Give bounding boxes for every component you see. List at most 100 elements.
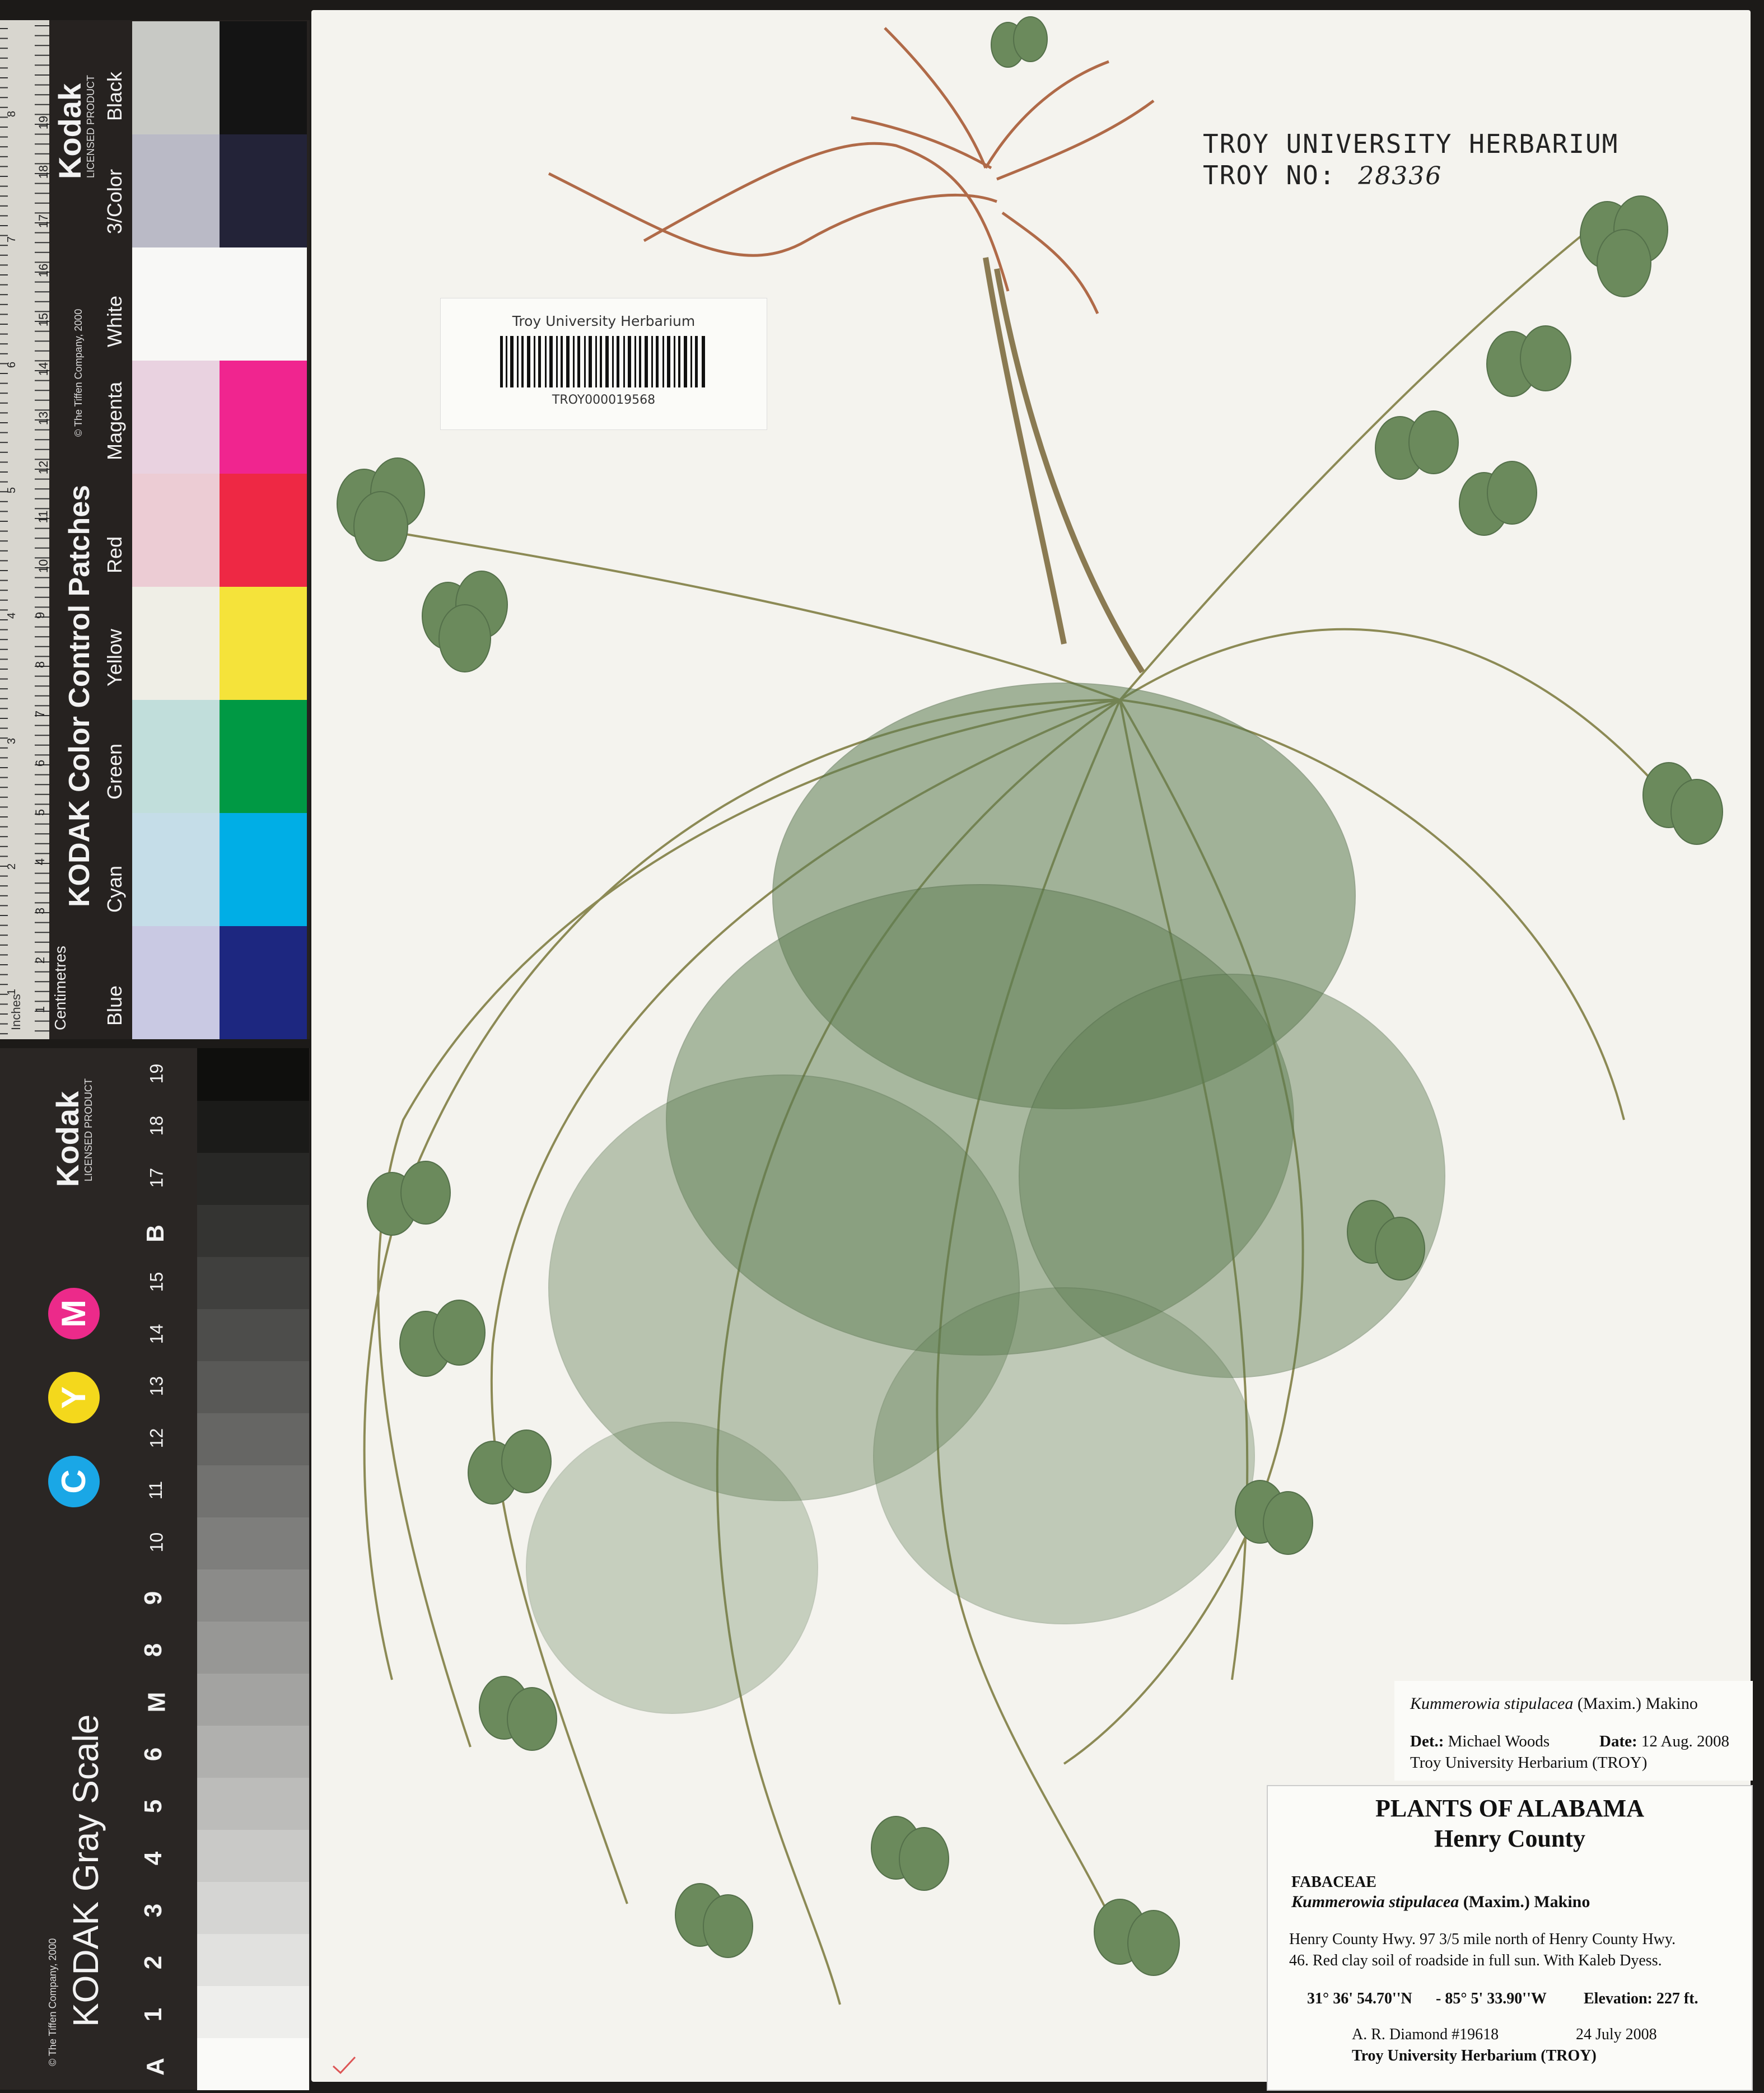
cm-tick-label: 17 — [36, 214, 51, 228]
gray-step — [197, 2038, 309, 2090]
gray-step-label: 13 — [146, 1376, 167, 1396]
gray-step-label: B — [141, 1224, 169, 1242]
gray-step-label: 12 — [146, 1428, 167, 1448]
color-card-copyright: © The Tiffen Company, 2000 — [73, 309, 84, 437]
det-author: (Maxim.) Makino — [1577, 1694, 1698, 1713]
gray-step-label: 1 — [139, 2007, 167, 2021]
gray-step — [197, 1465, 309, 1517]
det-taxon-line: Kummerowia stipulacea (Maxim.) Makino — [1410, 1694, 1698, 1713]
check-mark — [332, 2056, 356, 2075]
patch-label-blue: Blue — [103, 985, 126, 1026]
gray-step — [197, 1309, 309, 1361]
label-elevation: Elevation: 227 ft. — [1584, 1990, 1698, 2007]
gray-card-licensed: LICENSED PRODUCT — [83, 1078, 94, 1181]
det-name: Michael Woods — [1448, 1732, 1550, 1750]
gray-step — [197, 1829, 309, 1882]
accession-prefix: TROY NO: — [1203, 160, 1336, 190]
gray-step-label: A — [141, 2057, 169, 2076]
label-latitude: 31° 36' 54.70''N — [1307, 1990, 1412, 2007]
det-taxon: Kummerowia stipulacea — [1410, 1694, 1574, 1713]
inch-tick-label: 5 — [6, 487, 18, 494]
cm-tick-label: 8 — [33, 661, 48, 669]
inch-tick-label: 1 — [6, 988, 18, 996]
patch-red-light — [132, 474, 220, 587]
patch-label-red: Red — [103, 536, 126, 573]
det-date-line: Date: 12 Aug. 2008 — [1599, 1732, 1729, 1751]
cm-tick-label: 1 — [33, 1006, 48, 1013]
det-institution: Troy University Herbarium (TROY) — [1410, 1754, 1648, 1772]
gray-step-label: 5 — [139, 1799, 167, 1813]
gray-step-label: M — [143, 1692, 171, 1712]
cm-tick-label: 16 — [36, 263, 51, 278]
cmy-dot-y: Y — [48, 1372, 100, 1423]
label-county: Henry County — [1434, 1825, 1586, 1852]
gray-card-copyright: © The Tiffen Company, 2000 — [47, 1938, 58, 2066]
det-date-label: Date: — [1599, 1732, 1637, 1750]
barcode-title: Troy University Herbarium — [512, 313, 696, 329]
cm-tick-label: 10 — [36, 559, 51, 573]
gray-step-label: 6 — [139, 1747, 167, 1761]
barcode-label: Troy University Herbarium TROY000019568 — [440, 298, 767, 430]
label-collection-date: 24 July 2008 — [1576, 2026, 1657, 2043]
patch-magenta-light — [132, 361, 220, 474]
cm-tick-label: 4 — [33, 858, 48, 866]
gray-step — [197, 1413, 309, 1465]
ruler-cm-label: Centimetres — [52, 946, 69, 1030]
patch-label-three_color: 3/Color — [103, 169, 126, 234]
ruler-inches-label: Inches — [9, 994, 23, 1030]
gray-step — [197, 1621, 309, 1674]
label-family: FABACEAE — [1291, 1874, 1376, 1891]
gray-step — [197, 1933, 309, 1986]
cmy-dot-m: M — [48, 1288, 100, 1339]
gray-step — [197, 1517, 309, 1569]
label-author: (Maxim.) Makino — [1463, 1893, 1590, 1911]
patch-label-green: Green — [103, 743, 126, 800]
leaf-mass — [526, 683, 1445, 1714]
patch-green — [220, 700, 307, 813]
patch-magenta — [220, 361, 307, 474]
cmy-dot-c: C — [48, 1456, 100, 1507]
color-card-title: KODAK Color Control Patches — [63, 484, 96, 907]
gray-step-label: 8 — [139, 1643, 167, 1657]
gray-step-label: 19 — [146, 1063, 167, 1083]
gray-step-label: 11 — [146, 1480, 166, 1499]
main-stems — [983, 257, 1145, 674]
det-label-text: Det.: — [1410, 1732, 1444, 1750]
gray-step-label: 18 — [146, 1115, 167, 1136]
patch-cyan — [220, 813, 307, 926]
cm-tick-label: 2 — [33, 956, 48, 964]
cm-tick-label: 5 — [33, 809, 48, 816]
gray-step — [197, 1569, 309, 1622]
patch-three_color-light — [132, 134, 220, 247]
gray-step-label: 3 — [139, 1903, 167, 1917]
gray-step-label: 9 — [139, 1591, 167, 1605]
gray-step — [197, 1777, 309, 1830]
color-card-brand: Kodak — [52, 83, 87, 179]
cm-tick-label: 7 — [33, 710, 48, 718]
color-card-licensed: LICENSED PRODUCT — [85, 74, 96, 178]
det-date: 12 Aug. 2008 — [1641, 1732, 1729, 1750]
cm-tick-label: 6 — [33, 759, 48, 767]
cm-tick-label: 13 — [36, 411, 51, 426]
patch-label-yellow: Yellow — [103, 629, 126, 686]
patch-blue-light — [132, 926, 220, 1039]
patch-three_color — [220, 134, 307, 247]
patch-cyan-light — [132, 813, 220, 926]
gray-step-label: 2 — [139, 1955, 167, 1969]
label-locality-1: Henry County Hwy. 97 3/5 mile north of H… — [1289, 1931, 1676, 1948]
gray-step — [197, 1673, 309, 1726]
patch-black-light — [132, 21, 220, 134]
determination-label: Kummerowia stipulacea (Maxim.) Makino De… — [1394, 1681, 1753, 1781]
gray-step-label: 15 — [146, 1272, 167, 1292]
cm-tick-label: 18 — [36, 165, 51, 179]
label-taxon: Kummerowia stipulacea — [1291, 1893, 1459, 1911]
label-longitude: - 85° 5' 33.90''W — [1436, 1990, 1547, 2007]
inch-tick-label: 7 — [6, 236, 18, 243]
barcode-number: TROY000019568 — [552, 393, 656, 407]
gray-step — [197, 1204, 309, 1257]
gray-step-label: 17 — [146, 1167, 167, 1188]
barcode — [500, 336, 705, 387]
patch-label-white: White — [103, 295, 126, 347]
label-institution: Troy University Herbarium (TROY) — [1352, 2047, 1597, 2064]
cm-tick-label: 14 — [36, 362, 51, 376]
